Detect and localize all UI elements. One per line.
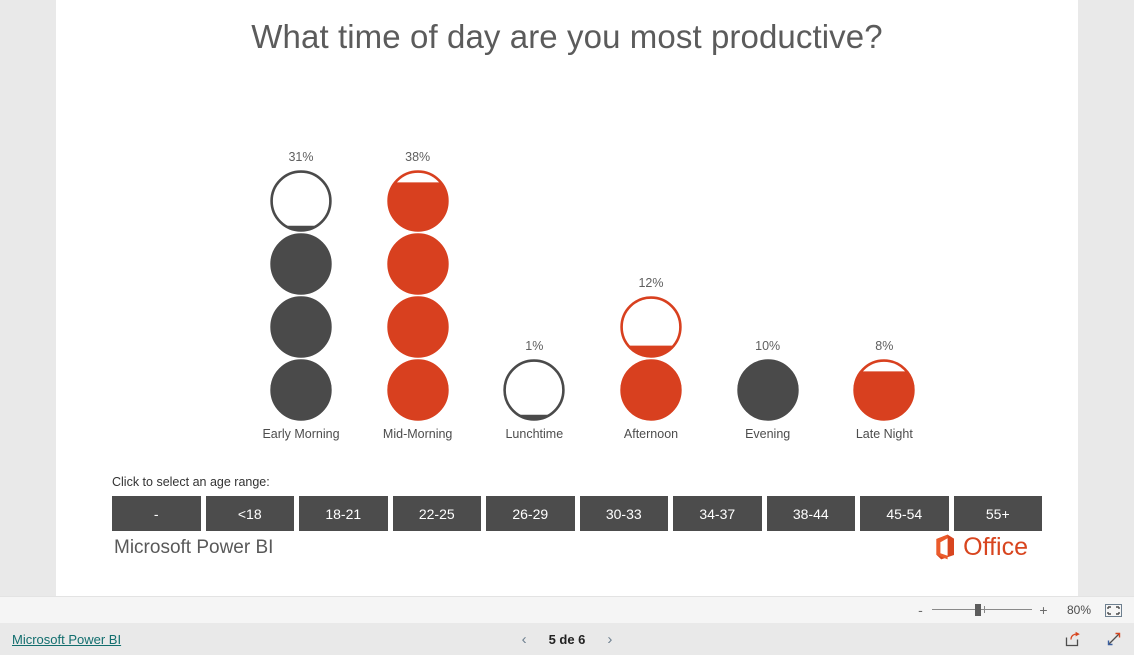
chart-category-label: Early Morning xyxy=(262,426,340,441)
view-toolbar: - + 80% xyxy=(0,596,1134,623)
chart-glyph-stack xyxy=(853,358,916,421)
chart-category-column[interactable]: 1% Lunchtime xyxy=(479,338,589,441)
chart-value-label: 12% xyxy=(638,275,664,290)
age-range-option[interactable]: <18 xyxy=(205,496,294,531)
chart-glyph-circle xyxy=(386,169,449,232)
powerbi-branding: Microsoft Power BI xyxy=(114,537,274,558)
page-indicator: 5 de 6 xyxy=(548,631,586,647)
page-title: What time of day are you most productive… xyxy=(251,18,883,55)
chart-glyph-circle xyxy=(386,232,449,295)
fullscreen-button[interactable] xyxy=(1105,631,1122,648)
chart-glyph-circle xyxy=(270,358,332,421)
chart-glyph-circle xyxy=(736,358,799,421)
chart-glyph-circle xyxy=(503,358,566,421)
page-navigator: ‹ 5 de 6 › xyxy=(477,632,657,647)
chart-category-column[interactable]: 38% Mid-Morning xyxy=(363,149,473,441)
fit-to-page-button[interactable] xyxy=(1104,603,1122,617)
chart-glyph-circle xyxy=(270,232,332,295)
fullscreen-icon xyxy=(1107,632,1120,646)
chart-value-label: 1% xyxy=(525,338,544,353)
power-bi-report-viewer: What time of day are you most productive… xyxy=(0,0,1134,655)
chart-glyph-circle xyxy=(386,358,449,421)
zoom-slider-thumb[interactable] xyxy=(975,604,981,616)
slicer-caption: Click to select an age range: xyxy=(112,475,270,489)
zoom-in-button[interactable]: + xyxy=(1039,603,1048,617)
chart-category-column[interactable]: 10% Evening xyxy=(713,338,823,441)
zoom-slider-rail xyxy=(932,609,1032,610)
report-canvas: What time of day are you most productive… xyxy=(56,0,1078,596)
chart-glyph-circle xyxy=(853,358,916,421)
office-logo-label: Office xyxy=(963,532,1028,561)
age-range-slicer[interactable]: - <18 18-21 22-25 26-29 30-33 34-37 38-44 45-54 5… xyxy=(112,496,1042,531)
share-icon xyxy=(1065,631,1080,647)
zoom-slider-tick xyxy=(984,606,985,613)
age-range-option[interactable]: 38-44 xyxy=(766,496,855,531)
chart-glyph-circle xyxy=(270,169,332,232)
zoom-level-label: 80% xyxy=(1066,603,1091,617)
chart-category-column[interactable]: 8% Late Night xyxy=(829,338,939,441)
powerbi-status-link[interactable]: Microsoft Power BI xyxy=(12,632,121,647)
share-button[interactable] xyxy=(1064,631,1081,648)
chart-glyph-stack xyxy=(270,169,332,421)
chart-category-label: Lunchtime xyxy=(505,426,564,441)
chart-glyph-circle xyxy=(270,295,332,358)
status-bar: Microsoft Power BI ‹ 5 de 6 › xyxy=(0,623,1134,655)
chart-glyph-circle xyxy=(386,295,449,358)
age-range-option[interactable]: 22-25 xyxy=(392,496,481,531)
productivity-pictogram-chart: 31% Early Morning 38% Mid-Morning 1% Lunchtim… xyxy=(246,140,946,440)
chart-glyph-circle xyxy=(620,358,682,421)
chart-category-label: Afternoon xyxy=(623,426,679,441)
zoom-slider[interactable] xyxy=(932,603,1032,617)
chart-value-label: 8% xyxy=(875,338,894,353)
zoom-out-button[interactable]: - xyxy=(916,603,925,617)
age-range-option[interactable]: 26-29 xyxy=(486,496,575,531)
chart-category-label: Evening xyxy=(745,426,791,441)
zoom-control[interactable]: - + xyxy=(916,603,1048,617)
office-logo: Office xyxy=(933,534,1028,560)
age-range-option[interactable]: 34-37 xyxy=(673,496,762,531)
age-range-option[interactable]: 30-33 xyxy=(579,496,668,531)
chart-value-label: 31% xyxy=(288,149,314,164)
age-range-option[interactable]: 55+ xyxy=(953,496,1042,531)
previous-page-button[interactable]: ‹ xyxy=(522,632,527,647)
chart-value-label: 10% xyxy=(755,338,781,353)
age-range-option[interactable]: 18-21 xyxy=(299,496,388,531)
chart-category-label: Mid-Morning xyxy=(382,426,453,441)
chart-glyph-circle xyxy=(620,295,682,358)
chart-glyph-stack xyxy=(620,295,682,421)
office-icon xyxy=(936,534,955,560)
age-range-option[interactable]: - xyxy=(112,496,201,531)
fit-to-page-icon xyxy=(1104,603,1122,617)
chart-glyph-stack xyxy=(503,358,566,421)
chart-glyph-stack xyxy=(386,169,449,421)
chart-category-column[interactable]: 12% Afternoon xyxy=(596,275,706,441)
chart-value-label: 38% xyxy=(405,149,431,164)
next-page-button[interactable]: › xyxy=(607,632,612,647)
chart-glyph-stack xyxy=(736,358,799,421)
status-bar-actions xyxy=(1064,631,1122,648)
age-range-option[interactable]: 45-54 xyxy=(860,496,949,531)
chart-category-column[interactable]: 31% Early Morning xyxy=(246,149,356,441)
chart-category-label: Late Night xyxy=(855,426,913,441)
